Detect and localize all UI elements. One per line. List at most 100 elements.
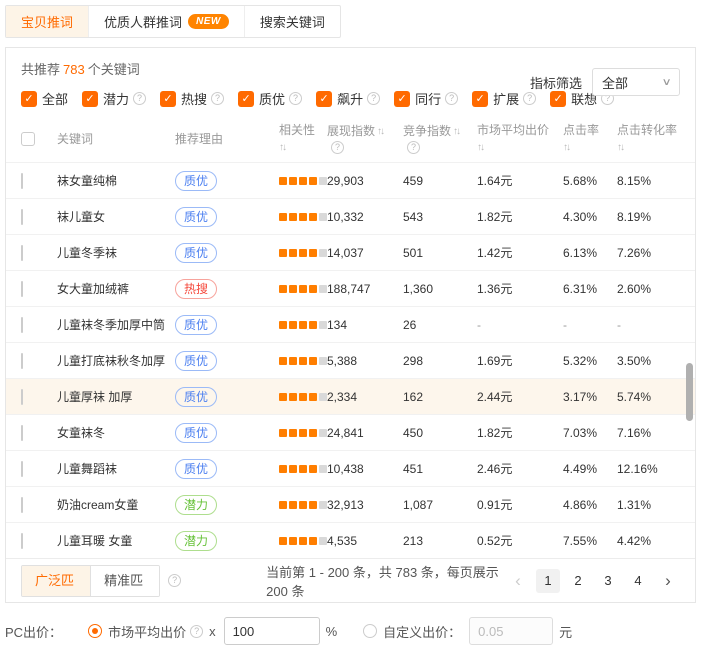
col-avg-bid[interactable]: 市场平均出价 ↑↓ — [477, 123, 563, 155]
relevance-bar — [279, 393, 287, 401]
market-bid-percent-input[interactable] — [224, 617, 320, 645]
relevance-bar — [279, 321, 287, 329]
checkbox-checked-icon[interactable]: ✓ — [21, 91, 37, 107]
pagination-page-4[interactable]: 4 — [626, 569, 650, 593]
row-checkbox-cell — [21, 210, 57, 224]
avg-bid-cell: 2.46元 — [477, 460, 563, 477]
row-checkbox[interactable] — [21, 389, 23, 405]
relevance-bar — [309, 393, 317, 401]
sort-icon[interactable]: ↑↓ — [453, 124, 459, 139]
checkbox-checked-icon[interactable]: ✓ — [472, 91, 488, 107]
col-ctr[interactable]: 点击率 ↑↓ — [563, 123, 617, 155]
row-checkbox[interactable] — [21, 209, 23, 225]
metric-filter-select[interactable]: 全部 ∨ — [592, 68, 680, 96]
relevance-bar — [289, 321, 297, 329]
row-checkbox[interactable] — [21, 497, 23, 513]
market-bid-radio[interactable] — [88, 624, 102, 638]
help-icon[interactable]: ? — [133, 92, 146, 105]
col-relevance[interactable]: 相关性 ↑↓ — [279, 123, 327, 155]
reason-badge: 质优 — [175, 243, 217, 263]
help-icon[interactable]: ? — [289, 92, 302, 105]
col-cvr[interactable]: 点击转化率 ↑↓ — [617, 123, 683, 155]
pagination-page-1[interactable]: 1 — [536, 569, 560, 593]
select-all-checkbox[interactable] — [21, 132, 35, 146]
row-checkbox[interactable] — [21, 173, 23, 189]
pagination-page-3[interactable]: 3 — [596, 569, 620, 593]
help-icon[interactable]: ? — [445, 92, 458, 105]
filter-checkbox-item[interactable]: ✓同行? — [394, 89, 458, 108]
relevance-bars-icon — [279, 249, 327, 257]
relevance-cell — [279, 213, 327, 221]
vertical-scrollbar-thumb[interactable] — [686, 363, 693, 421]
relevance-bar — [279, 213, 287, 221]
table-row: 袜女童纯棉质优29,9034591.64元5.68%8.15% — [6, 162, 695, 198]
filter-checkbox-item[interactable]: ✓质优? — [238, 89, 302, 108]
filter-checkbox-item[interactable]: ✓热搜? — [160, 89, 224, 108]
row-checkbox[interactable] — [21, 533, 23, 549]
sort-icon[interactable]: ↑↓ — [377, 124, 383, 139]
relevance-bars-icon — [279, 177, 327, 185]
match-mode-button[interactable]: 精准匹配 — [91, 566, 159, 596]
checkbox-checked-icon[interactable]: ✓ — [394, 91, 410, 107]
tab-label: 搜索关键词 — [260, 12, 325, 31]
col-impression[interactable]: 展现指数↑↓ ? — [327, 124, 403, 154]
cvr-cell: 7.26% — [617, 246, 683, 260]
row-checkbox[interactable] — [21, 317, 23, 333]
competition-cell: 213 — [403, 534, 477, 548]
keyword-cell: 儿童耳暖 女童 — [57, 532, 175, 549]
relevance-bar — [279, 249, 287, 257]
help-icon[interactable]: ? — [331, 141, 344, 154]
ctr-cell: 4.30% — [563, 210, 617, 224]
relevance-bar — [299, 501, 307, 509]
keyword-cell: 袜女童纯棉 — [57, 172, 175, 189]
currency-unit: 元 — [559, 622, 572, 641]
checkbox-checked-icon[interactable]: ✓ — [160, 91, 176, 107]
row-checkbox[interactable] — [21, 461, 23, 477]
col-competition[interactable]: 竞争指数↑↓ ? — [403, 124, 477, 154]
sort-icon[interactable]: ↑↓ — [477, 140, 563, 155]
pagination-next-icon[interactable]: › — [656, 569, 680, 593]
relevance-bar — [289, 213, 297, 221]
tab-2[interactable]: 优质人群推词NEW — [89, 6, 245, 37]
row-checkbox[interactable] — [21, 353, 23, 369]
reason-cell: 质优 — [175, 423, 279, 443]
avg-bid-cell: 1.82元 — [477, 424, 563, 441]
relevance-bar — [289, 393, 297, 401]
checkbox-checked-icon[interactable]: ✓ — [238, 91, 254, 107]
row-checkbox[interactable] — [21, 425, 23, 441]
custom-bid-radio[interactable] — [363, 624, 377, 638]
custom-bid-label: 自定义出价： — [383, 622, 461, 641]
row-checkbox-cell — [21, 174, 57, 188]
filter-checkbox-item[interactable]: ✓扩展? — [472, 89, 536, 108]
row-checkbox[interactable] — [21, 281, 23, 297]
filter-checkbox-item[interactable]: ✓飙升? — [316, 89, 380, 108]
checkbox-checked-icon[interactable]: ✓ — [82, 91, 98, 107]
checkbox-label: 潜力 — [103, 89, 129, 108]
row-checkbox-cell — [21, 282, 57, 296]
help-icon[interactable]: ? — [407, 141, 420, 154]
filter-checkbox-item[interactable]: ✓ 潜力? — [82, 89, 146, 108]
top-tabbar: 宝贝推词优质人群推词NEW 搜索关键词 — [5, 5, 341, 38]
pagination-prev-icon[interactable]: ‹ — [506, 569, 530, 593]
help-icon[interactable]: ? — [211, 92, 224, 105]
sort-icon[interactable]: ↑↓ — [563, 140, 617, 155]
help-icon[interactable]: ? — [168, 574, 181, 587]
competition-cell: 501 — [403, 246, 477, 260]
row-checkbox[interactable] — [21, 245, 23, 261]
reason-cell: 质优 — [175, 315, 279, 335]
sort-icon[interactable]: ↑↓ — [617, 140, 683, 155]
ctr-cell: 4.49% — [563, 462, 617, 476]
custom-bid-input[interactable] — [469, 617, 553, 645]
help-icon[interactable]: ? — [190, 625, 203, 638]
pagination-page-2[interactable]: 2 — [566, 569, 590, 593]
tab-1[interactable]: 宝贝推词 — [6, 6, 89, 37]
filter-checkbox-item[interactable]: ✓全部 — [21, 89, 68, 108]
reason-cell: 质优 — [175, 351, 279, 371]
impression-cell: 134 — [327, 318, 403, 332]
tab-3[interactable]: 搜索关键词 — [245, 6, 340, 37]
checkbox-checked-icon[interactable]: ✓ — [316, 91, 332, 107]
help-icon[interactable]: ? — [367, 92, 380, 105]
sort-icon[interactable]: ↑↓ — [279, 140, 327, 155]
match-mode-button[interactable]: 广泛匹配 — [22, 566, 91, 596]
relevance-cell — [279, 177, 327, 185]
